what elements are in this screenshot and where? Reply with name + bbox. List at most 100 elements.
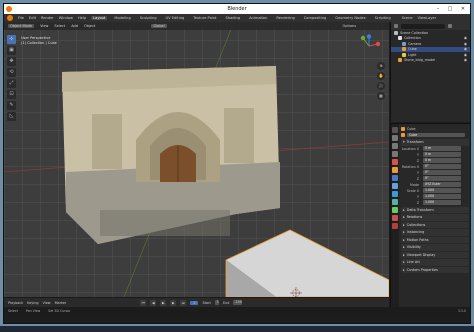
physics-tab-icon[interactable]: [392, 191, 398, 197]
prev-keyframe-icon[interactable]: ◀: [150, 299, 157, 306]
menu-render[interactable]: Render: [41, 16, 54, 20]
zoom-icon[interactable]: ⊕: [377, 62, 385, 70]
visibility-eye-icon[interactable]: ◉: [464, 58, 467, 62]
visibility-eye-icon[interactable]: ◉: [464, 53, 467, 57]
rotation-x-field[interactable]: 0°: [423, 164, 461, 169]
y-axis-icon[interactable]: [360, 35, 366, 41]
workspace-tab-sculpting[interactable]: Sculpting: [138, 16, 159, 20]
transform-tool-icon[interactable]: ⊡: [7, 90, 16, 99]
line-art-section[interactable]: ▸ Line Art: [401, 259, 469, 266]
pan-icon[interactable]: ✋: [377, 72, 385, 80]
menu-edit[interactable]: Edit: [29, 16, 36, 20]
workspace-tab-layout[interactable]: Layout: [91, 16, 108, 20]
end-frame-field[interactable]: 250: [233, 300, 242, 305]
output-tab-icon[interactable]: [392, 143, 398, 149]
options-menu[interactable]: Options: [343, 24, 357, 28]
rotation-z-field[interactable]: 0°: [423, 176, 461, 181]
particles-tab-icon[interactable]: [392, 183, 398, 189]
viewport-display-section[interactable]: ▸ Viewport Display: [401, 251, 469, 258]
rotate-tool-icon[interactable]: ⟲: [7, 68, 16, 77]
location-y-field[interactable]: 0 m: [423, 152, 461, 157]
scale-z-field[interactable]: 1.000: [423, 200, 461, 205]
scale-y-field[interactable]: 1.000: [423, 194, 461, 199]
outliner-display-mode-icon[interactable]: [394, 24, 398, 28]
playback-menu[interactable]: Playback: [8, 301, 23, 305]
jump-start-icon[interactable]: ⏮: [140, 299, 147, 306]
data-tab-icon[interactable]: [392, 207, 398, 213]
outliner-search-input[interactable]: [401, 23, 445, 29]
blender-menu-icon[interactable]: [7, 15, 13, 21]
workspace-tab-shading[interactable]: Shading: [223, 16, 242, 20]
scene-selector[interactable]: Scene: [402, 16, 413, 20]
jump-end-icon[interactable]: ⏭: [180, 299, 187, 306]
visibility-eye-icon[interactable]: ◉: [464, 42, 467, 46]
x-axis-icon[interactable]: [375, 41, 381, 47]
annotate-tool-icon[interactable]: ✎: [7, 101, 16, 110]
workspace-tab-uv-editing[interactable]: UV Editing: [164, 16, 187, 20]
navigation-gizmo[interactable]: [357, 34, 381, 58]
menu-object[interactable]: Object: [84, 24, 95, 28]
workspace-tab-rendering[interactable]: Rendering: [274, 16, 296, 20]
menu-select[interactable]: Select: [54, 24, 65, 28]
visibility-eye-icon[interactable]: ◉: [464, 47, 467, 51]
constraints-tab-icon[interactable]: [392, 199, 398, 205]
camera-view-icon[interactable]: 🎥: [377, 82, 385, 90]
move-tool-icon[interactable]: ✥: [7, 57, 16, 66]
filter-icon[interactable]: [448, 24, 452, 28]
play-icon[interactable]: ▶: [160, 299, 167, 306]
workspace-tab-modeling[interactable]: Modeling: [112, 16, 132, 20]
ortho-toggle-icon[interactable]: ▦: [377, 92, 385, 100]
select-box-tool-icon[interactable]: ⊹: [7, 35, 16, 44]
location-z-field[interactable]: 0 m: [423, 158, 461, 163]
stone-building-mesh[interactable]: [62, 66, 280, 244]
location-x-field[interactable]: 0 m: [423, 146, 461, 151]
workspace-tab-animation[interactable]: Animation: [247, 16, 269, 20]
mode-selector[interactable]: Object Mode: [8, 24, 35, 28]
cursor-tool-icon[interactable]: ▣: [7, 46, 16, 55]
world-tab-icon[interactable]: [392, 159, 398, 165]
current-frame-field[interactable]: 1: [190, 300, 199, 305]
object-name-field[interactable]: Cube: [407, 132, 465, 138]
timeline-view-menu[interactable]: View: [43, 301, 51, 305]
keying-menu[interactable]: Keying: [27, 301, 38, 305]
scale-tool-icon[interactable]: ⤢: [7, 79, 16, 88]
menu-help[interactable]: Help: [78, 16, 86, 20]
modifier-tab-icon[interactable]: [392, 175, 398, 181]
outliner-item-stone-model[interactable]: Stone_bldg_model ◉: [391, 58, 470, 64]
custom-properties-section[interactable]: ▸ Custom Properties: [401, 266, 469, 273]
menu-file[interactable]: File: [18, 16, 24, 20]
close-button[interactable]: ✕: [457, 5, 469, 13]
texture-tab-icon[interactable]: [392, 223, 398, 229]
delta-transform-section[interactable]: ▸ Delta Transform: [401, 206, 469, 213]
scale-x-field[interactable]: 1.000: [423, 188, 461, 193]
material-tab-icon[interactable]: [392, 215, 398, 221]
instancing-section[interactable]: ▸ Instancing: [401, 229, 469, 236]
scene-tab-icon[interactable]: [392, 151, 398, 157]
menu-window[interactable]: Window: [59, 16, 73, 20]
motion-paths-section[interactable]: ▸ Motion Paths: [401, 236, 469, 243]
rotation-y-field[interactable]: 0°: [423, 170, 461, 175]
workspace-tab-texture-paint[interactable]: Texture Paint: [191, 16, 218, 20]
visibility-eye-icon[interactable]: ◉: [464, 36, 467, 40]
object-tab-icon[interactable]: [392, 167, 398, 173]
visibility-section[interactable]: ▸ Visibility: [401, 244, 469, 251]
workspace-tab-geometry-nodes[interactable]: Geometry Nodes: [333, 16, 367, 20]
marker-menu[interactable]: Marker: [55, 301, 67, 305]
z-axis-icon[interactable]: [366, 34, 372, 39]
relations-section[interactable]: ▸ Relations: [401, 214, 469, 221]
rotation-mode-select[interactable]: XYZ Euler: [423, 182, 461, 187]
minimize-button[interactable]: –: [432, 5, 444, 13]
render-tab-icon[interactable]: [392, 135, 398, 141]
menu-view[interactable]: View: [40, 24, 48, 28]
workspace-tab-compositing[interactable]: Compositing: [302, 16, 329, 20]
next-keyframe-icon[interactable]: ▶: [170, 299, 177, 306]
workspace-tab-scripting[interactable]: Scripting: [373, 16, 393, 20]
transform-orientation-selector[interactable]: Global: [151, 24, 167, 28]
menu-add[interactable]: Add: [71, 24, 78, 28]
start-frame-field[interactable]: 1: [214, 300, 219, 305]
tool-tab-icon[interactable]: [392, 127, 398, 133]
view-layer-selector[interactable]: ViewLayer: [418, 16, 437, 20]
maximize-button[interactable]: □: [444, 5, 456, 13]
measure-tool-icon[interactable]: ◺: [7, 112, 16, 121]
selected-cube[interactable]: [225, 229, 389, 297]
